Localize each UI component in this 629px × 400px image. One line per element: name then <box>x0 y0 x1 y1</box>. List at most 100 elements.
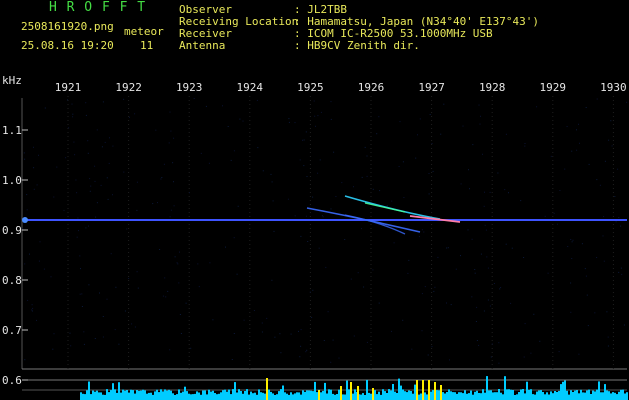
noise-speckle <box>558 351 560 353</box>
noise-speckle <box>570 239 572 240</box>
noise-speckle <box>168 142 170 144</box>
noise-speckle <box>564 168 566 170</box>
noise-speckle <box>311 316 313 318</box>
noise-speckle <box>313 100 315 102</box>
noise-speckle <box>100 184 102 186</box>
noise-speckle <box>118 343 120 345</box>
signal-bar <box>332 393 334 400</box>
signal-bar <box>314 381 316 400</box>
signal-bar <box>616 394 618 400</box>
signal-bar <box>586 390 588 400</box>
noise-speckle <box>242 120 244 122</box>
x-tick-label: 1924 <box>237 81 264 94</box>
noise-speckle <box>85 227 87 229</box>
noise-speckle <box>391 200 393 202</box>
noise-speckle <box>478 104 480 106</box>
noise-speckle <box>236 273 238 275</box>
x-tick-label: 1922 <box>115 81 142 94</box>
signal-bar <box>336 394 338 400</box>
noise-speckle <box>341 182 343 184</box>
signal-bar <box>482 389 484 400</box>
noise-speckle <box>469 188 470 190</box>
noise-speckle <box>330 118 332 120</box>
signal-bar <box>256 394 258 400</box>
noise-speckle <box>67 99 68 101</box>
noise-speckle <box>134 113 136 115</box>
signal-peak-bar <box>266 378 268 400</box>
noise-speckle <box>566 126 568 127</box>
noise-speckle <box>294 215 296 217</box>
noise-speckle <box>493 283 495 284</box>
signal-bar <box>80 392 82 400</box>
signal-bar <box>330 389 332 400</box>
signal-bar <box>110 390 112 400</box>
noise-speckle <box>468 169 469 171</box>
signal-bar <box>280 389 282 400</box>
noise-speckle <box>432 170 434 172</box>
signal-bar <box>410 391 412 400</box>
noise-speckle <box>332 339 334 341</box>
noise-speckle <box>69 332 71 334</box>
noise-speckle <box>478 344 480 346</box>
signal-peak-bar <box>440 385 442 400</box>
signal-bar <box>326 393 328 400</box>
noise-speckle <box>621 273 623 275</box>
signal-bar <box>192 394 194 400</box>
signal-bar <box>200 394 202 400</box>
noise-speckle <box>108 162 110 164</box>
signal-bar <box>190 394 192 400</box>
noise-speckle <box>271 181 273 183</box>
y-tick-label: 1.0 <box>2 174 22 187</box>
noise-speckle <box>29 253 30 255</box>
signal-bar <box>240 391 242 400</box>
signal-bar <box>248 394 250 400</box>
noise-speckle <box>79 293 81 295</box>
noise-speckle <box>94 165 96 167</box>
noise-speckle <box>136 209 138 211</box>
noise-speckle <box>102 336 104 338</box>
signal-bar <box>456 393 458 400</box>
signal-bar <box>274 395 276 400</box>
noise-speckle <box>476 340 478 341</box>
noise-speckle <box>415 157 417 159</box>
noise-speckle <box>272 200 274 202</box>
noise-speckle <box>26 209 28 211</box>
signal-bar <box>552 393 554 400</box>
noise-speckle <box>476 306 478 308</box>
signal-bar <box>404 391 406 400</box>
noise-speckle <box>523 257 525 258</box>
noise-speckle <box>165 296 167 298</box>
noise-speckle <box>315 125 316 127</box>
noise-speckle <box>87 152 89 154</box>
signal-bar <box>462 393 464 400</box>
signal-bar <box>442 392 444 400</box>
noise-speckle <box>233 150 235 152</box>
noise-speckle <box>585 107 587 108</box>
noise-speckle <box>585 275 587 277</box>
signal-bar <box>528 389 530 400</box>
signal-bar <box>424 392 426 400</box>
signal-bar <box>544 394 546 400</box>
noise-speckle <box>161 177 163 178</box>
signal-bar <box>254 392 256 400</box>
y-tick-label: 1.1 <box>2 124 22 137</box>
signal-bar <box>550 391 552 400</box>
signal-bar <box>472 394 474 400</box>
noise-speckle <box>530 352 532 354</box>
noise-speckle <box>96 129 98 131</box>
signal-bar <box>600 392 602 400</box>
noise-speckle <box>179 251 180 253</box>
signal-bar <box>390 390 392 400</box>
y-tick-label: 0.9 <box>2 224 22 237</box>
signal-bar <box>524 393 526 400</box>
noise-speckle <box>602 235 604 237</box>
signal-bar <box>382 389 384 400</box>
signal-bar <box>310 390 312 400</box>
signal-peak-bar <box>416 380 418 400</box>
noise-speckle <box>65 157 67 159</box>
signal-bar <box>148 392 150 400</box>
noise-speckle <box>446 247 448 249</box>
signal-bar <box>594 391 596 400</box>
noise-speckle <box>460 255 461 257</box>
noise-speckle <box>524 145 526 147</box>
